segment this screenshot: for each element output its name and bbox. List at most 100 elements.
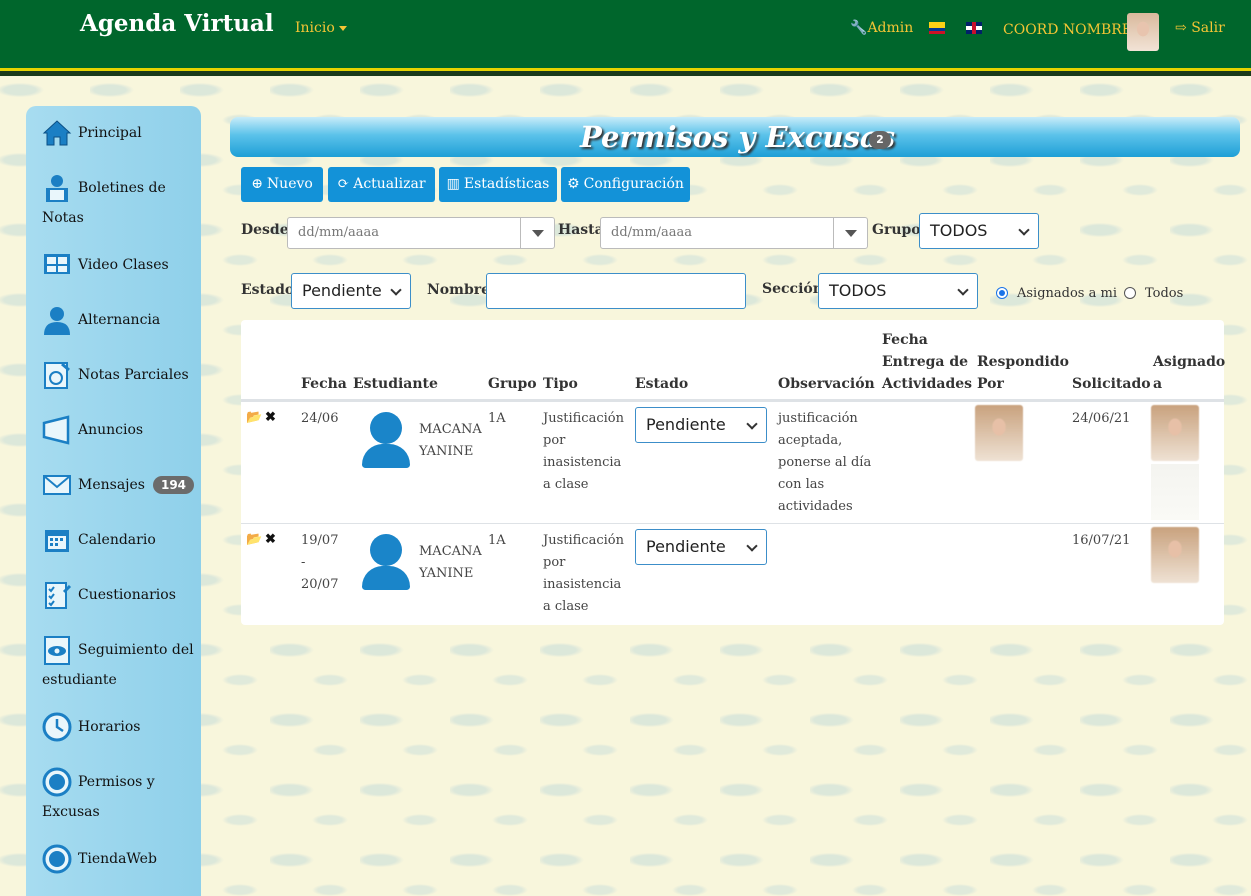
nuevo-button[interactable]: ⊕ Nuevo bbox=[241, 167, 323, 202]
close-icon[interactable]: ✖ bbox=[265, 532, 276, 547]
gear-icon: ⚙ bbox=[567, 176, 580, 192]
calendar-icon bbox=[45, 530, 69, 552]
student-avatar bbox=[353, 406, 417, 470]
sidebar-item-permisos[interactable]: Permisos y Excusas bbox=[42, 767, 197, 827]
sidebar-item-anuncios[interactable]: Anuncios bbox=[42, 415, 197, 445]
col-header-solicitado: Solicitado bbox=[1072, 376, 1151, 392]
cell-line: inasistencia bbox=[543, 577, 622, 592]
flag-colombia-icon[interactable] bbox=[929, 22, 945, 34]
sidebar-item-label-line2: Notas bbox=[42, 210, 84, 226]
chevron-down-icon[interactable] bbox=[520, 218, 554, 248]
cell-line: por bbox=[543, 433, 566, 448]
estadisticas-button[interactable]: ▥ Estadísticas bbox=[439, 167, 557, 202]
seccion-select[interactable]: TODOS bbox=[818, 273, 978, 309]
chevron-down-icon bbox=[390, 284, 402, 296]
cell-fecha: 19/07 - 20/07 bbox=[301, 530, 338, 596]
chevron-down-icon bbox=[746, 540, 758, 552]
logout-icon: ⇨ bbox=[1175, 20, 1192, 36]
salir-label: Salir bbox=[1191, 20, 1225, 36]
admin-link[interactable]: 🔧Admin bbox=[850, 20, 913, 36]
col-header-line: Respondido bbox=[977, 354, 1069, 370]
sidebar-item-boletines[interactable]: Boletines de Notas bbox=[42, 173, 197, 233]
col-header-line: Por bbox=[977, 376, 1004, 392]
col-header-grupo: Grupo bbox=[488, 376, 537, 392]
cell-line: aceptada, bbox=[778, 433, 843, 448]
asignado-photo bbox=[1151, 405, 1199, 461]
cell-observacion: justificación aceptada, ponerse al día c… bbox=[778, 408, 871, 518]
chevron-down-icon bbox=[338, 25, 347, 31]
sidebar-item-cuestionarios[interactable]: Cuestionarios bbox=[42, 580, 197, 610]
col-header-line: Entrega de bbox=[882, 354, 969, 370]
desde-label: Desde bbox=[241, 222, 289, 238]
cell-line: 24/06 bbox=[301, 411, 339, 426]
sidebar-item-tiendaweb[interactable]: TiendaWeb bbox=[42, 844, 197, 874]
inicio-menu[interactable]: Inicio bbox=[295, 20, 347, 36]
sidebar-item-calendario[interactable]: Calendario bbox=[42, 525, 197, 555]
actualizar-button[interactable]: ⟳ Actualizar bbox=[328, 167, 435, 202]
hasta-date-input[interactable]: dd/mm/aaaa bbox=[600, 217, 868, 249]
cell-tipo: Justificación por inasistencia a clase bbox=[543, 408, 624, 496]
sidebar-item-alternancia[interactable]: Alternancia bbox=[42, 305, 197, 335]
grupo-label: Grupo bbox=[872, 222, 921, 238]
cell-line: MACANA bbox=[419, 544, 482, 559]
asignado-photo bbox=[1151, 527, 1199, 583]
sidebar-item-horarios[interactable]: Horarios bbox=[42, 712, 197, 742]
respondido-photo bbox=[975, 405, 1023, 461]
row-divider bbox=[241, 523, 1224, 524]
grupo-select[interactable]: TODOS bbox=[919, 213, 1039, 249]
cell-solicitado: 16/07/21 bbox=[1072, 533, 1131, 548]
close-icon[interactable]: ✖ bbox=[265, 410, 276, 425]
count-badge: 2 bbox=[869, 131, 891, 149]
chevron-down-icon[interactable] bbox=[833, 218, 867, 248]
student-avatar bbox=[353, 528, 417, 592]
brand-title[interactable]: Agenda Virtual bbox=[80, 10, 274, 37]
avatar[interactable] bbox=[1127, 13, 1159, 51]
col-header-asignado: Asignado a bbox=[1153, 351, 1225, 395]
wrench-icon: 🔧 bbox=[850, 20, 868, 36]
estado-row-select[interactable]: Pendiente bbox=[635, 407, 767, 443]
megaphone-icon bbox=[42, 415, 70, 445]
nombre-input[interactable] bbox=[486, 273, 746, 309]
home-icon bbox=[42, 120, 72, 146]
video-icon bbox=[44, 254, 70, 274]
cell-line: justificación bbox=[778, 411, 858, 426]
radio-asignados[interactable] bbox=[996, 287, 1008, 299]
cell-line: a clase bbox=[543, 477, 589, 492]
sidebar-item-mensajes[interactable]: Mensajes 194 bbox=[42, 470, 197, 500]
admin-label: Admin bbox=[867, 20, 914, 36]
seccion-value: TODOS bbox=[829, 281, 887, 300]
desde-date-input[interactable]: dd/mm/aaaa bbox=[287, 217, 555, 249]
estado-row-select[interactable]: Pendiente bbox=[635, 529, 767, 565]
configuracion-button[interactable]: ⚙ Configuración bbox=[561, 167, 690, 202]
chevron-down-icon bbox=[957, 284, 969, 296]
clock-icon bbox=[42, 712, 72, 742]
user-name[interactable]: COORD NOMBRES bbox=[1003, 22, 1142, 38]
estado-label: Estado bbox=[241, 282, 295, 298]
sidebar-item-video-clases[interactable]: Video Clases bbox=[42, 250, 197, 280]
sidebar-item-principal[interactable]: Principal bbox=[42, 118, 197, 148]
folder-open-icon[interactable]: 📂 bbox=[246, 532, 262, 547]
circle-icon bbox=[42, 844, 72, 874]
sidebar-item-notas-parciales[interactable]: Notas Parciales bbox=[42, 360, 197, 390]
col-header-fecha: Fecha bbox=[301, 376, 347, 392]
report-icon bbox=[46, 175, 68, 202]
cell-line: actividades bbox=[778, 499, 853, 514]
envelope-icon bbox=[43, 475, 71, 495]
flag-uk-icon[interactable] bbox=[966, 22, 982, 34]
col-header-line: a bbox=[1153, 376, 1163, 392]
circle-icon bbox=[42, 767, 72, 797]
cell-line: - bbox=[301, 555, 306, 570]
col-header-tipo: Tipo bbox=[543, 376, 578, 392]
refresh-icon: ⟳ bbox=[337, 176, 350, 192]
sidebar-item-seguimiento[interactable]: Seguimiento del estudiante bbox=[42, 635, 197, 695]
cell-line: por bbox=[543, 555, 566, 570]
radio-todos[interactable] bbox=[1124, 287, 1136, 299]
chevron-down-icon bbox=[746, 418, 758, 430]
eye-icon bbox=[44, 636, 70, 665]
cell-line: Justificación bbox=[543, 533, 624, 548]
salir-link[interactable]: ⇨ Salir bbox=[1175, 20, 1225, 36]
cell-line: Justificación bbox=[543, 411, 624, 426]
cell-solicitado: 24/06/21 bbox=[1072, 411, 1131, 426]
folder-open-icon[interactable]: 📂 bbox=[246, 410, 262, 425]
estado-select[interactable]: Pendiente bbox=[291, 273, 411, 309]
